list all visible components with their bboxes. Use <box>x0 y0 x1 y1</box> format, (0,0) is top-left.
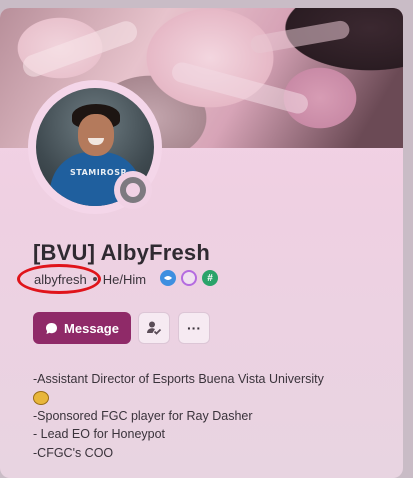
message-label: Message <box>64 320 119 336</box>
status-indicator <box>114 171 152 209</box>
profile-card: STAMIROSR [BVU] AlbyFresh albyfresh He/H… <box>0 8 403 478</box>
message-button[interactable]: Message <box>33 312 131 344</box>
pronouns: He/Him <box>102 271 147 287</box>
bio: -Assistant Director of Esports Buena Vis… <box>33 370 373 462</box>
more-options-button[interactable]: ··· <box>178 312 210 344</box>
bee-emoji-icon <box>33 391 49 406</box>
more-dots-icon: ··· <box>187 320 201 336</box>
add-friend-button[interactable] <box>138 312 170 344</box>
nitro-badge-icon[interactable] <box>160 270 176 286</box>
bio-line: -Assistant Director of Esports Buena Vis… <box>33 372 324 386</box>
bio-line: - Lead EO for Honeypot <box>33 427 166 441</box>
chat-bubble-icon <box>46 322 58 334</box>
badge-list: # <box>160 270 218 286</box>
bio-line: -CFGC's COO <box>33 445 114 460</box>
annotation-circle <box>17 264 101 294</box>
bio-line: -Sponsored FGC player for Ray Dasher <box>33 408 253 423</box>
display-name: [BVU] AlbyFresh <box>33 240 210 265</box>
person-check-icon <box>147 321 162 335</box>
boost-badge-icon[interactable] <box>181 270 197 286</box>
hashtag-badge-icon[interactable]: # <box>202 270 218 286</box>
